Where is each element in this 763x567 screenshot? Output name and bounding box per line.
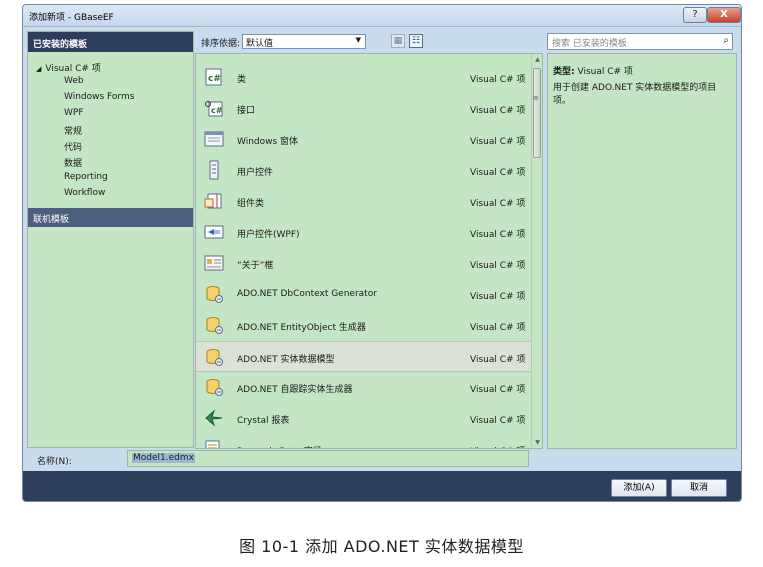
database-icon [204, 315, 224, 335]
name-bar: 名称(N): Model1.edmx [27, 449, 739, 469]
item-type: Visual C# 项 [470, 416, 526, 426]
list-item[interactable]: Crystal 报表 Visual C# 项 [196, 403, 533, 434]
add-button[interactable]: 添加(A) [611, 479, 667, 497]
name-label: 名称(N): [37, 457, 72, 467]
list-item[interactable]: Dynamic Data 字段Visual C# 项 [196, 434, 533, 448]
tree-item-data[interactable]: 数据 [64, 156, 82, 169]
list-item[interactable]: “关于”框 Visual C# 项 [196, 248, 533, 279]
window-title: 添加新项 - GBaseEF [29, 13, 114, 23]
item-name: Windows 窗体 [237, 137, 299, 147]
list-item[interactable]: 组件类 Visual C# 项 [196, 186, 533, 217]
list-view-button[interactable]: ☷ [409, 34, 423, 48]
cancel-button[interactable]: 取消 [671, 479, 727, 497]
add-new-item-dialog: 添加新项 - GBaseEF ? X 已安装的模板 ◢ Visual C# 项 W… [22, 4, 742, 502]
sort-dropdown[interactable]: 默认值 ▼ [242, 34, 366, 49]
tree-item-workflow[interactable]: Workflow [64, 188, 105, 198]
dynamic-data-icon [204, 439, 224, 448]
item-name: ADO.NET 自跟踪实体生成器 [237, 385, 353, 395]
tree-root-visual-csharp[interactable]: ◢ Visual C# 项 [36, 61, 101, 74]
tree-item-windows-forms[interactable]: Windows Forms [64, 92, 134, 102]
about-box-icon [204, 253, 224, 273]
dialog-footer: 添加(A) 取消 [23, 471, 741, 501]
title-bar: 添加新项 - GBaseEF ? X [23, 5, 741, 27]
item-name: 接口 [237, 106, 256, 116]
figure-caption: 图 10-1 添加 ADO.NET 实体数据模型 [239, 537, 524, 556]
item-name: 组件类 [237, 199, 265, 209]
close-button[interactable]: X [707, 7, 741, 23]
item-type: Visual C# 项 [470, 355, 526, 365]
online-templates[interactable]: 联机模板 [28, 208, 193, 227]
list-item[interactable]: Windows 窗体 Visual C# 项 [196, 124, 533, 155]
search-input[interactable]: 搜索 已安装的模板 ⌕ [547, 33, 733, 50]
list-item[interactable]: ADO.NET 实体数据模型 Visual C# 项 [196, 341, 533, 372]
list-item[interactable]: ADO.NET 自跟踪实体生成器 Visual C# 项 [196, 372, 533, 403]
item-name: 用户控件 [237, 168, 274, 178]
scroll-down-icon[interactable]: ▼ [533, 439, 542, 446]
item-type: Visual C# 项 [470, 137, 526, 147]
template-list: c# 类 Visual C# 项 c# 接口 Visual C# 项 Windows 窗体 V… [195, 53, 543, 449]
small-icons-view-button[interactable]: ▦ [391, 34, 405, 48]
crystal-report-icon [204, 408, 224, 428]
type-value: Visual C# 项 [577, 67, 633, 77]
item-name: ADO.NET EntityObject 生成器 [237, 323, 366, 333]
item-type: Visual C# 项 [470, 106, 526, 116]
database-icon [204, 284, 224, 304]
chevron-down-icon: ▼ [355, 36, 361, 44]
item-type: Visual C# 项 [470, 230, 526, 240]
item-type: Visual C# 项 [470, 168, 526, 178]
item-name: 用户控件(WPF) [237, 230, 300, 240]
database-icon [204, 347, 224, 367]
vertical-scrollbar[interactable]: ▲ ≡ ▼ [531, 54, 542, 448]
list-icon: ☷ [411, 36, 421, 46]
item-type: Visual C# 项 [470, 323, 526, 333]
name-field[interactable]: Model1.edmx [127, 450, 529, 467]
user-control-icon [204, 160, 224, 180]
list-item[interactable]: c# 类 Visual C# 项 [196, 62, 533, 93]
expand-arrow-icon[interactable]: ◢ [36, 65, 41, 73]
svg-text:c#: c# [211, 106, 223, 115]
svg-text:c#: c# [208, 74, 221, 84]
scroll-thumb[interactable] [533, 68, 541, 158]
details-panel: 类型: Visual C# 项 用于创建 ADO.NET 实体数据模型的项目项。 [547, 53, 737, 449]
scroll-up-icon[interactable]: ▲ [533, 56, 542, 63]
interface-icon: c# [204, 98, 224, 118]
wpf-control-icon [204, 222, 224, 242]
component-icon [204, 191, 224, 211]
template-tree-panel: 已安装的模板 ◢ Visual C# 项 Web Windows Forms WP… [27, 31, 194, 448]
list-item[interactable]: 用户控件(WPF) Visual C# 项 [196, 217, 533, 248]
item-name: ADO.NET 实体数据模型 [237, 355, 335, 365]
list-item[interactable]: 用户控件 Visual C# 项 [196, 155, 533, 186]
item-type: Visual C# 项 [470, 199, 526, 209]
item-type: Visual C# 项 [470, 292, 526, 302]
search-icon[interactable]: ⌕ [723, 35, 729, 46]
item-name: “关于”框 [237, 261, 274, 271]
item-name: Crystal 报表 [237, 416, 290, 426]
scroll-grip-icon: ≡ [533, 94, 539, 102]
item-type: Visual C# 项 [470, 261, 526, 271]
class-icon: c# [204, 67, 224, 87]
type-line: 类型: Visual C# 项 [553, 64, 633, 77]
sort-label: 排序依据: [201, 39, 241, 49]
installed-templates-header: 已安装的模板 [28, 32, 193, 52]
tree-item-web[interactable]: Web [64, 76, 84, 86]
item-type: Visual C# 项 [470, 75, 526, 85]
tree-item-wpf[interactable]: WPF [64, 108, 84, 118]
tree-item-code[interactable]: 代码 [64, 140, 82, 153]
tree-item-general[interactable]: 常规 [64, 124, 82, 137]
item-name: ADO.NET DbContext Generator [237, 289, 377, 299]
help-button[interactable]: ? [683, 7, 707, 23]
tree-item-reporting[interactable]: Reporting [64, 172, 108, 182]
item-name: 类 [237, 75, 247, 85]
list-item[interactable]: c# 接口 Visual C# 项 [196, 93, 533, 124]
list-item[interactable]: ADO.NET EntityObject 生成器 Visual C# 项 [196, 310, 533, 341]
list-item[interactable]: ADO.NET DbContext Generator Visual C# 项 [196, 279, 533, 310]
form-icon [204, 129, 224, 149]
item-description: 用于创建 ADO.NET 实体数据模型的项目项。 [553, 83, 717, 106]
database-icon [204, 377, 224, 397]
item-type: Visual C# 项 [470, 385, 526, 395]
grid-icon: ▦ [393, 36, 403, 46]
sort-toolbar: 排序依据: 默认值 ▼ ▦ ☷ [195, 31, 545, 51]
type-label: 类型: [553, 67, 575, 77]
